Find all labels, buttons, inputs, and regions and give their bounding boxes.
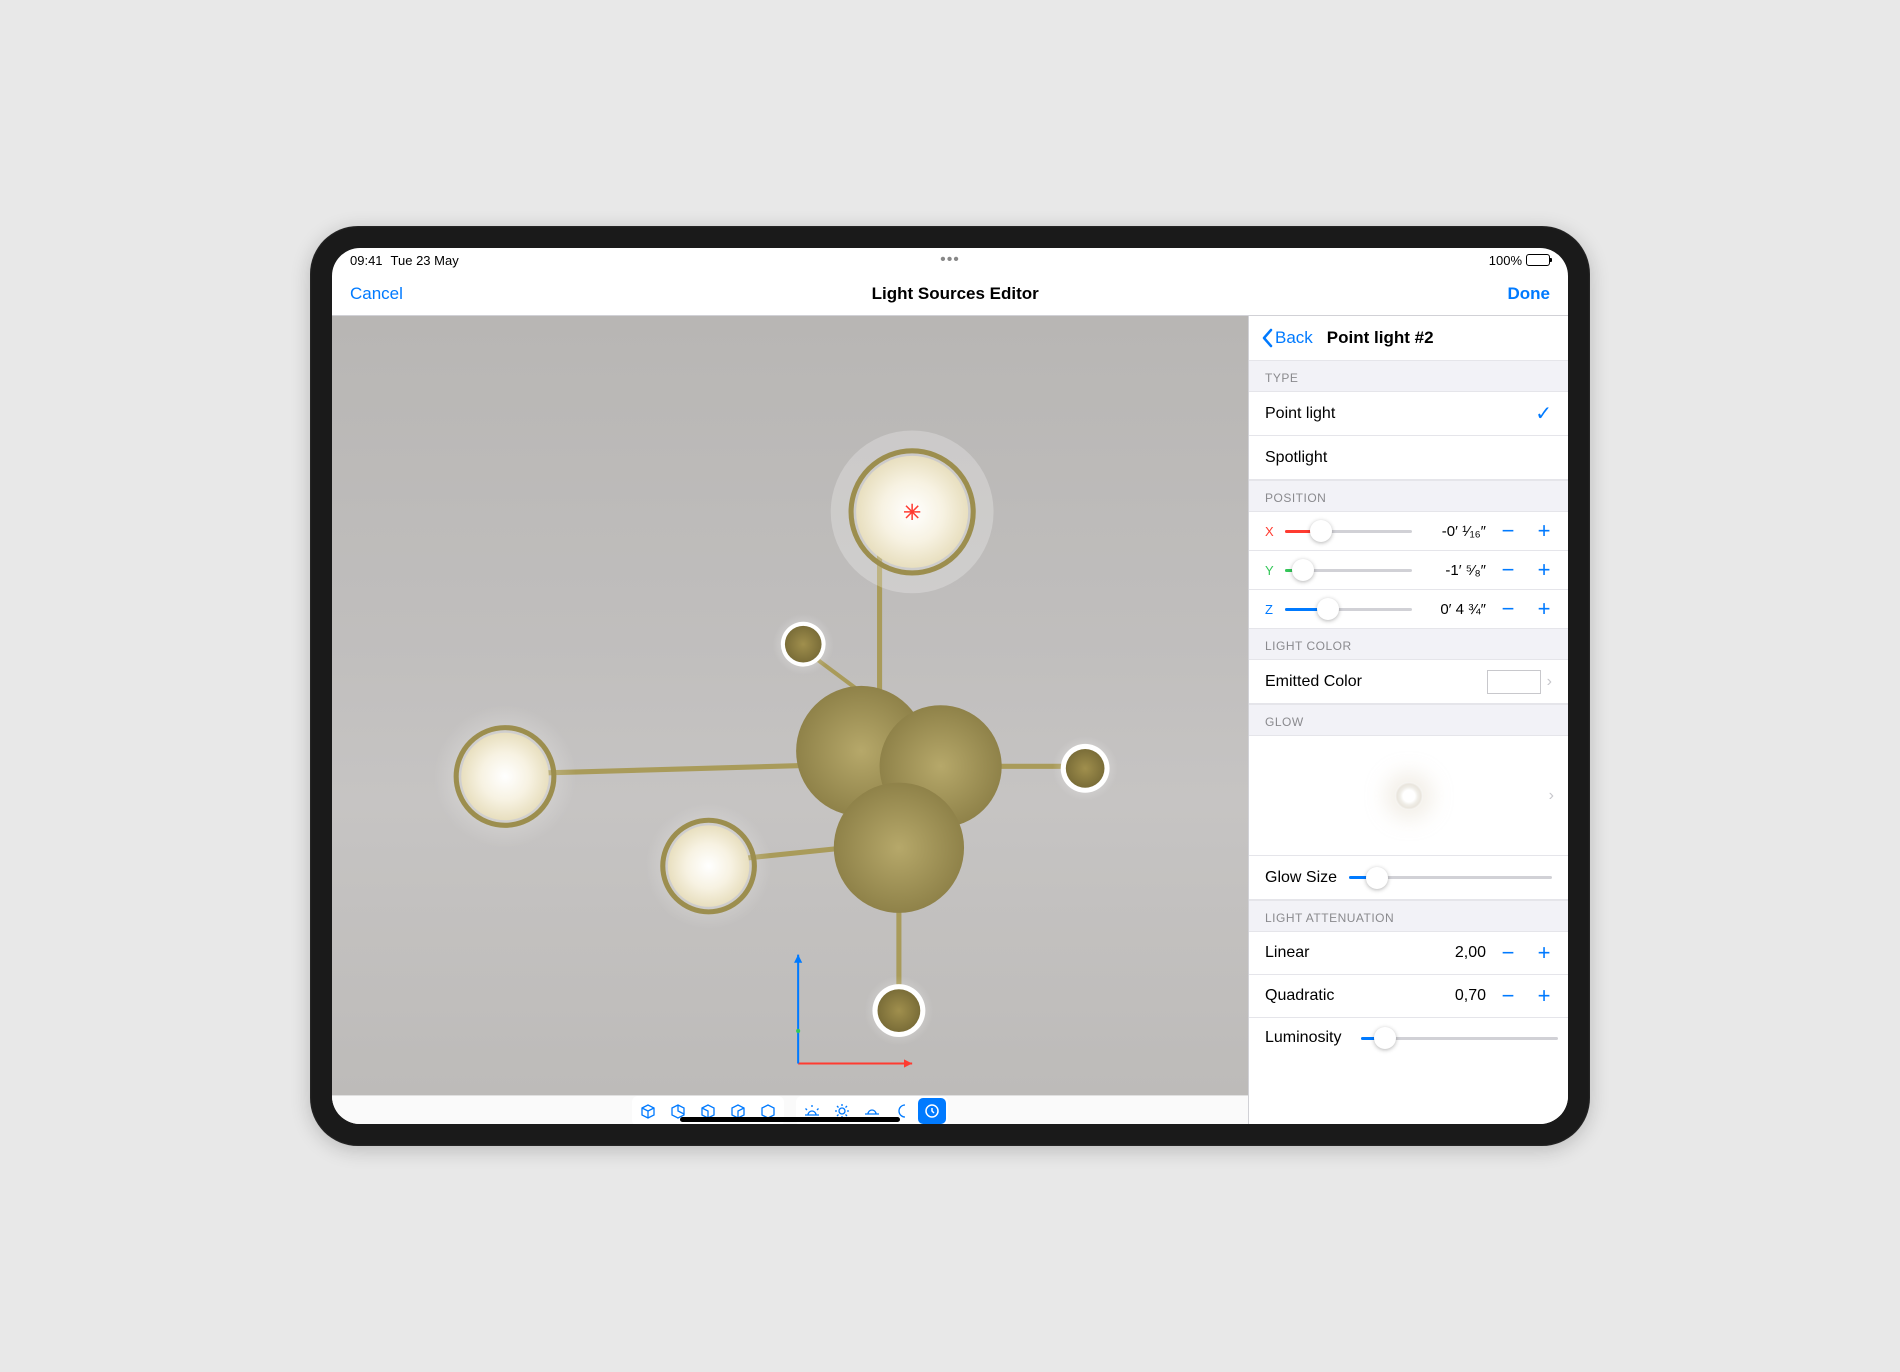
position-y-minus[interactable]: − [1494, 557, 1522, 583]
linear-label: Linear [1265, 944, 1430, 962]
viewport-toolbar [332, 1095, 1248, 1125]
position-x-plus[interactable]: + [1530, 518, 1558, 544]
page-title: Light Sources Editor [872, 284, 1039, 304]
navigation-bar: Cancel Light Sources Editor Done [332, 272, 1568, 316]
position-y-row: Y -1′ ⁵⁄₈″ − + [1249, 551, 1568, 590]
chevron-right-icon: › [1547, 673, 1552, 691]
emitted-color-label: Emitted Color [1265, 673, 1487, 691]
glow-preview-icon [1395, 782, 1423, 810]
attenuation-quadratic-row: Quadratic 0,70 − + [1249, 975, 1568, 1018]
linear-value: 2,00 [1438, 944, 1486, 962]
position-z-plus[interactable]: + [1530, 596, 1558, 622]
glow-preview-row[interactable]: › [1249, 736, 1568, 856]
position-x-value: -0′ ¹⁄₁₆″ [1420, 523, 1486, 540]
battery-icon [1526, 254, 1550, 266]
section-position-header: POSITION [1249, 480, 1568, 512]
inspector-panel: Back Point light #2 TYPE Point light ✓ S… [1248, 316, 1568, 1124]
position-y-plus[interactable]: + [1530, 557, 1558, 583]
chevron-left-icon [1261, 328, 1273, 348]
axis-y-label: Y [1265, 563, 1277, 578]
type-spot-label: Spotlight [1265, 449, 1552, 467]
section-light-color-header: LIGHT COLOR [1249, 628, 1568, 660]
attenuation-luminosity-row: Luminosity [1249, 1018, 1568, 1058]
status-bar: 09:41 Tue 23 May ••• 100% [332, 248, 1568, 272]
multitask-dots-icon[interactable]: ••• [940, 251, 960, 269]
checkmark-icon: ✓ [1535, 401, 1552, 426]
linear-plus[interactable]: + [1530, 940, 1558, 966]
axis-x-label: X [1265, 524, 1277, 539]
back-label: Back [1275, 328, 1313, 348]
position-x-slider[interactable] [1285, 519, 1412, 543]
position-z-row: Z 0′ 4 ¾″ − + [1249, 590, 1568, 628]
glow-size-label: Glow Size [1265, 869, 1337, 887]
position-y-slider[interactable] [1285, 558, 1412, 582]
section-attenuation-header: LIGHT ATTENUATION [1249, 900, 1568, 932]
glow-size-row: Glow Size [1249, 856, 1568, 900]
done-button[interactable]: Done [1507, 284, 1550, 304]
emitted-color-row[interactable]: Emitted Color › [1249, 660, 1568, 704]
position-z-minus[interactable]: − [1494, 596, 1522, 622]
type-option-point[interactable]: Point light ✓ [1249, 392, 1568, 436]
quadratic-minus[interactable]: − [1494, 983, 1522, 1009]
position-x-minus[interactable]: − [1494, 518, 1522, 544]
section-glow-header: GLOW [1249, 704, 1568, 736]
attenuation-linear-row: Linear 2,00 − + [1249, 932, 1568, 975]
quadratic-value: 0,70 [1438, 987, 1486, 1005]
type-point-label: Point light [1265, 405, 1535, 423]
status-date: Tue 23 May [391, 253, 459, 268]
home-indicator[interactable] [680, 1117, 900, 1122]
view-cube-1-icon[interactable] [634, 1098, 662, 1124]
position-y-value: -1′ ⁵⁄₈″ [1420, 562, 1486, 579]
glow-size-slider[interactable] [1349, 866, 1552, 890]
viewport-3d[interactable] [332, 316, 1248, 1124]
luminosity-label: Luminosity [1265, 1029, 1341, 1047]
ipad-device-frame: 09:41 Tue 23 May ••• 100% Cancel Light S… [310, 226, 1590, 1146]
clock-icon[interactable] [918, 1098, 946, 1124]
quadratic-label: Quadratic [1265, 987, 1430, 1005]
panel-nav: Back Point light #2 [1249, 316, 1568, 360]
cancel-button[interactable]: Cancel [350, 284, 403, 304]
position-x-row: X -0′ ¹⁄₁₆″ − + [1249, 512, 1568, 551]
luminosity-slider[interactable] [1361, 1026, 1558, 1050]
status-time: 09:41 [350, 253, 383, 268]
scene-canvas[interactable] [332, 316, 1248, 1095]
type-option-spotlight[interactable]: Spotlight [1249, 436, 1568, 480]
linear-minus[interactable]: − [1494, 940, 1522, 966]
position-z-slider[interactable] [1285, 597, 1412, 621]
back-button[interactable]: Back [1261, 328, 1313, 348]
quadratic-plus[interactable]: + [1530, 983, 1558, 1009]
battery-percent: 100% [1489, 253, 1522, 268]
panel-title: Point light #2 [1327, 328, 1434, 348]
section-type-header: TYPE [1249, 360, 1568, 392]
position-z-value: 0′ 4 ¾″ [1420, 601, 1486, 618]
screen: 09:41 Tue 23 May ••• 100% Cancel Light S… [332, 248, 1568, 1124]
axis-z-label: Z [1265, 602, 1277, 617]
emitted-color-swatch[interactable] [1487, 670, 1541, 694]
scene-svg [332, 316, 1248, 1095]
chevron-right-icon: › [1549, 787, 1554, 805]
